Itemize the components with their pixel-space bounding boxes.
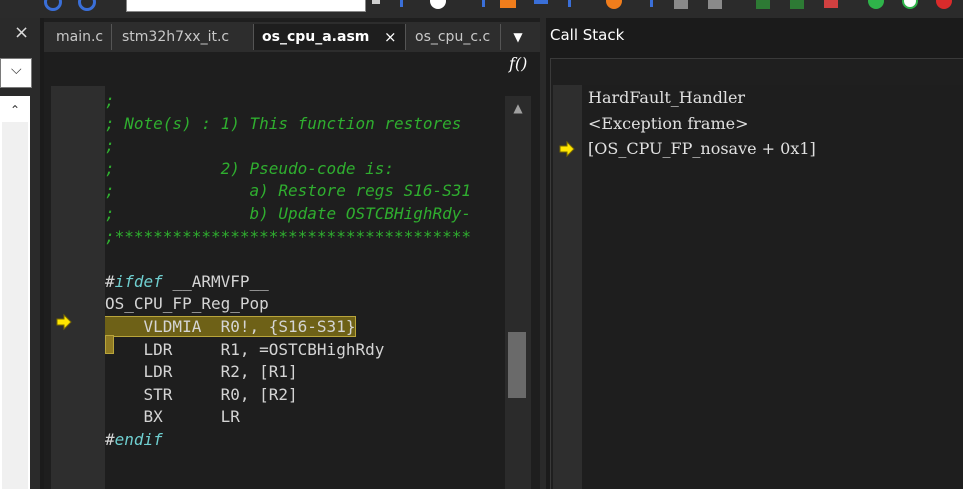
code-comment: ; 2) Pseudo-code is: <box>105 158 394 178</box>
step-over-icon[interactable] <box>534 0 548 4</box>
tab-label: os_cpu_c.c <box>415 29 491 45</box>
editor-scrollbar[interactable] <box>505 96 531 489</box>
function-list-icon[interactable]: f() <box>509 54 531 76</box>
tab-os-cpu-c-c[interactable]: os_cpu_c.c <box>407 24 501 50</box>
code-line: BX LR <box>105 406 240 428</box>
code-text: OS_CPU_FP_Reg_Pop <box>105 294 269 314</box>
step-out-icon[interactable] <box>640 0 653 7</box>
code-comment: ; Note(s) : 1) This function restores <box>105 113 462 133</box>
code-line: STR R0, [R2] <box>105 384 298 406</box>
code-comment: ;************************************* <box>105 226 472 246</box>
scroll-up-icon[interactable]: ⌃ <box>5 100 25 120</box>
step-icon[interactable] <box>500 0 516 8</box>
code-line: #endif <box>105 429 163 451</box>
breakpoint-marker <box>105 335 114 354</box>
left-scrollbar[interactable] <box>2 122 28 489</box>
code-line: ; <box>105 90 115 112</box>
call-stack-frame-1[interactable]: <Exception frame> <box>588 111 749 136</box>
left-panel-dropdown[interactable]: ⌵ <box>0 58 32 88</box>
code-line: #ifdef __ARMVFP__ <box>105 271 269 293</box>
close-icon[interactable]: × <box>14 22 29 43</box>
tab-stm32h7xx-it-c[interactable]: stm32h7xx_it.c <box>114 24 254 50</box>
call-stack-frame-2[interactable]: [OS_CPU_FP_nosave + 0x1] <box>588 136 816 161</box>
directive-keyword: endif <box>114 430 163 449</box>
code-line: ;************************************* <box>105 226 471 248</box>
reset-icon[interactable] <box>708 0 722 9</box>
code-line: LDR R2, [R1] <box>105 361 298 383</box>
undo-icon[interactable] <box>44 0 62 11</box>
current-line-arrow-icon <box>56 313 72 331</box>
flash-icon[interactable] <box>790 0 804 9</box>
call-stack-list[interactable]: HardFault_Handler <Exception frame> [OS_… <box>582 85 963 489</box>
redo-icon[interactable] <box>78 0 96 11</box>
code-line: ; 2) Pseudo-code is: <box>105 158 394 180</box>
tab-label: main.c <box>56 29 104 45</box>
code-line: ; Note(s) : 1) This function restores <box>105 113 461 135</box>
code-line: VLDMIA R0!, {S16-S31} <box>105 316 357 338</box>
code-comment: ; b) Update OSTCBHighRdy- <box>105 204 472 223</box>
directive-argument: __ARMVFP__ <box>162 271 269 291</box>
editor-gutter[interactable] <box>51 86 105 489</box>
code-line: ; b) Update OSTCBHighRdy- <box>105 203 471 225</box>
editor-scrollbar-thumb[interactable] <box>508 332 526 398</box>
directive-hash: # <box>105 430 115 449</box>
code-text: STR R0, [R2] <box>105 384 298 404</box>
code-text: LDR R2, [R1] <box>105 362 298 382</box>
go-icon[interactable] <box>868 0 884 9</box>
code-editor[interactable]: ; ; Note(s) : 1) This function restores;;… <box>105 86 505 489</box>
call-stack-title: Call Stack <box>550 26 625 44</box>
code-line: ; a) Restore regs S16-S31 <box>105 180 471 202</box>
code-line: ; <box>105 135 115 157</box>
directive-hash: # <box>105 271 115 291</box>
code-text: BX LR <box>105 407 240 427</box>
step-back-icon[interactable] <box>568 0 581 7</box>
toolbar <box>0 0 963 18</box>
left-panel-tab[interactable]: ı × <box>0 18 36 51</box>
call-stack-frame-0[interactable]: HardFault_Handler <box>588 85 745 110</box>
back-icon[interactable] <box>400 0 413 7</box>
directive-keyword: ifdef <box>114 271 163 291</box>
current-frame-arrow-icon <box>559 140 575 158</box>
code-comment: ; a) Restore regs S16-S31 <box>105 181 472 201</box>
close-icon[interactable]: × <box>384 24 397 50</box>
tab-main-c[interactable]: main.c <box>48 24 112 50</box>
forward-icon[interactable] <box>472 0 485 7</box>
code-comment: ; <box>105 91 115 110</box>
scroll-up-icon[interactable]: ▲ <box>509 100 527 116</box>
code-text: LDR R1, =OSTCBHighRdy <box>105 339 385 359</box>
restart-icon[interactable] <box>902 0 918 9</box>
download-icon[interactable] <box>756 0 770 9</box>
find-icon[interactable] <box>430 0 446 9</box>
breakpoint-icon[interactable] <box>606 0 622 9</box>
code-line: LDR R1, =OSTCBHighRdy <box>105 339 385 361</box>
tab-os-cpu-a-asm[interactable]: os_cpu_a.asm × <box>254 24 406 50</box>
chevron-down-icon: ⌵ <box>11 62 22 78</box>
tab-overflow-icon[interactable]: ▼ <box>508 28 528 46</box>
current-instruction: VLDMIA R0!, {S16-S31} <box>105 316 357 337</box>
search-input[interactable] <box>126 0 366 12</box>
tab-label: stm32h7xx_it.c <box>122 29 230 45</box>
stop-icon[interactable] <box>936 0 952 9</box>
code-line: OS_CPU_FP_Reg_Pop <box>105 293 269 315</box>
code-comment: ; <box>105 136 115 156</box>
search-dropdown-icon[interactable] <box>372 0 380 4</box>
tab-label: os_cpu_a.asm <box>262 29 370 45</box>
stop-debug-icon[interactable] <box>824 0 838 8</box>
run-to-cursor-icon[interactable] <box>674 0 688 9</box>
left-tab-label-fragment: ı <box>0 24 4 42</box>
